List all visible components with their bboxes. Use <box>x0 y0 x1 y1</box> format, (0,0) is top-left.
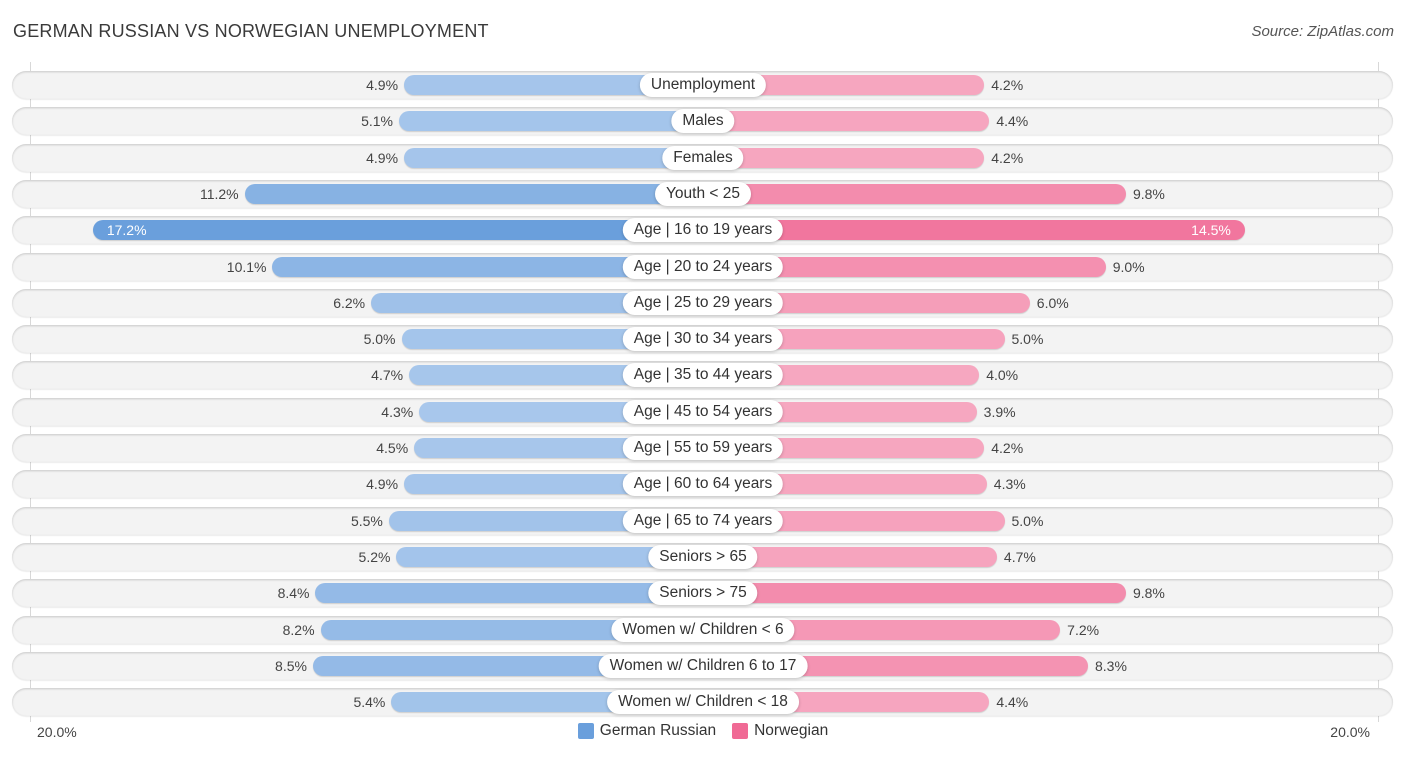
value-label-german-russian: 17.2% <box>106 222 147 239</box>
value-label-norwegian: 9.8% <box>1132 585 1165 602</box>
legend-label-norwegian: Norwegian <box>754 722 829 739</box>
value-label-german-russian: 5.2% <box>358 548 391 565</box>
legend-swatch-norwegian <box>732 723 749 739</box>
category-label: Seniors > 65 <box>648 544 758 569</box>
chart-area: 4.9% 4.2% Unemployment 5.1% 4.4% Males 4.9% 4.2… <box>0 0 1406 757</box>
value-label-norwegian: 4.0% <box>986 367 1019 384</box>
category-label: Age | 65 to 74 years <box>622 508 784 533</box>
value-label-norwegian: 9.8% <box>1132 185 1165 202</box>
bar-norwegian[interactable] <box>703 583 1126 604</box>
bar-norwegian[interactable] <box>703 220 1245 241</box>
value-label-german-russian: 4.9% <box>366 77 399 93</box>
bar-german-russian[interactable] <box>244 183 703 204</box>
bar-german-russian[interactable] <box>398 111 703 132</box>
value-label-norwegian: 5.0% <box>1011 331 1044 348</box>
value-label-norwegian: 4.7% <box>1003 548 1036 565</box>
value-label-norwegian: 6.0% <box>1036 294 1069 311</box>
value-label-german-russian: 5.4% <box>353 694 386 711</box>
category-label: Age | 16 to 19 years <box>622 218 784 243</box>
value-label-norwegian: 4.2% <box>991 149 1024 166</box>
value-label-norwegian: 5.0% <box>1011 512 1044 529</box>
category-label: Age | 45 to 54 years <box>622 399 784 424</box>
legend-item-norwegian[interactable]: Norwegian <box>732 722 828 740</box>
value-label-norwegian: 4.3% <box>993 476 1026 493</box>
category-label: Age | 25 to 29 years <box>622 290 784 315</box>
bar-german-russian[interactable] <box>92 220 703 241</box>
value-label-german-russian: 8.5% <box>275 657 307 674</box>
value-label-norwegian: 14.5% <box>1191 222 1231 239</box>
value-label-german-russian: 4.7% <box>371 367 404 384</box>
bar-german-russian[interactable] <box>404 147 703 168</box>
category-label: Age | 55 to 59 years <box>622 436 784 460</box>
bar-norwegian[interactable] <box>703 183 1126 204</box>
value-label-german-russian: 10.1% <box>226 258 267 275</box>
category-label: Seniors > 75 <box>648 581 758 606</box>
legend-item-german-russian[interactable]: German Russian <box>577 722 717 740</box>
category-label: Age | 35 to 44 years <box>622 363 784 388</box>
category-label: Females <box>662 145 744 170</box>
value-label-german-russian: 8.2% <box>282 621 315 638</box>
category-label: Unemployment <box>639 73 767 97</box>
category-label: Youth < 25 <box>655 181 751 206</box>
bar-german-russian[interactable] <box>315 583 703 604</box>
value-label-german-russian: 4.3% <box>381 403 414 420</box>
legend-label-german-russian: German Russian <box>599 722 717 739</box>
value-label-norwegian: 4.4% <box>996 694 1029 711</box>
value-label-norwegian: 4.2% <box>991 77 1024 93</box>
category-label: Age | 60 to 64 years <box>622 472 784 497</box>
value-label-norwegian: 3.9% <box>983 403 1016 420</box>
value-label-norwegian: 4.4% <box>996 113 1029 130</box>
value-label-german-russian: 4.9% <box>366 476 399 493</box>
category-label: Women w/ Children < 6 <box>611 617 795 642</box>
category-label: Women w/ Children 6 to 17 <box>598 653 808 678</box>
value-label-norwegian: 8.3% <box>1094 657 1127 674</box>
value-label-german-russian: 4.5% <box>376 440 409 456</box>
value-label-german-russian: 5.0% <box>363 331 396 348</box>
category-label: Age | 20 to 24 years <box>622 254 784 279</box>
value-label-german-russian: 11.2% <box>199 185 239 202</box>
legend: German Russian Norwegian <box>0 722 1406 740</box>
value-label-norwegian: 4.2% <box>991 440 1024 456</box>
value-label-norwegian: 7.2% <box>1067 621 1100 638</box>
category-label: Males <box>671 109 735 134</box>
value-label-german-russian: 4.9% <box>366 149 399 166</box>
bar-norwegian[interactable] <box>703 111 990 132</box>
value-label-norwegian: 9.0% <box>1112 258 1145 275</box>
legend-swatch-german-russian <box>577 723 594 739</box>
value-label-german-russian: 6.2% <box>333 294 366 311</box>
category-label: Women w/ Children < 18 <box>607 690 799 715</box>
value-label-german-russian: 8.4% <box>277 585 310 602</box>
category-label: Age | 30 to 34 years <box>622 327 784 352</box>
value-label-german-russian: 5.1% <box>361 113 393 130</box>
value-label-german-russian: 5.5% <box>350 512 383 529</box>
bar-norwegian[interactable] <box>703 147 985 168</box>
